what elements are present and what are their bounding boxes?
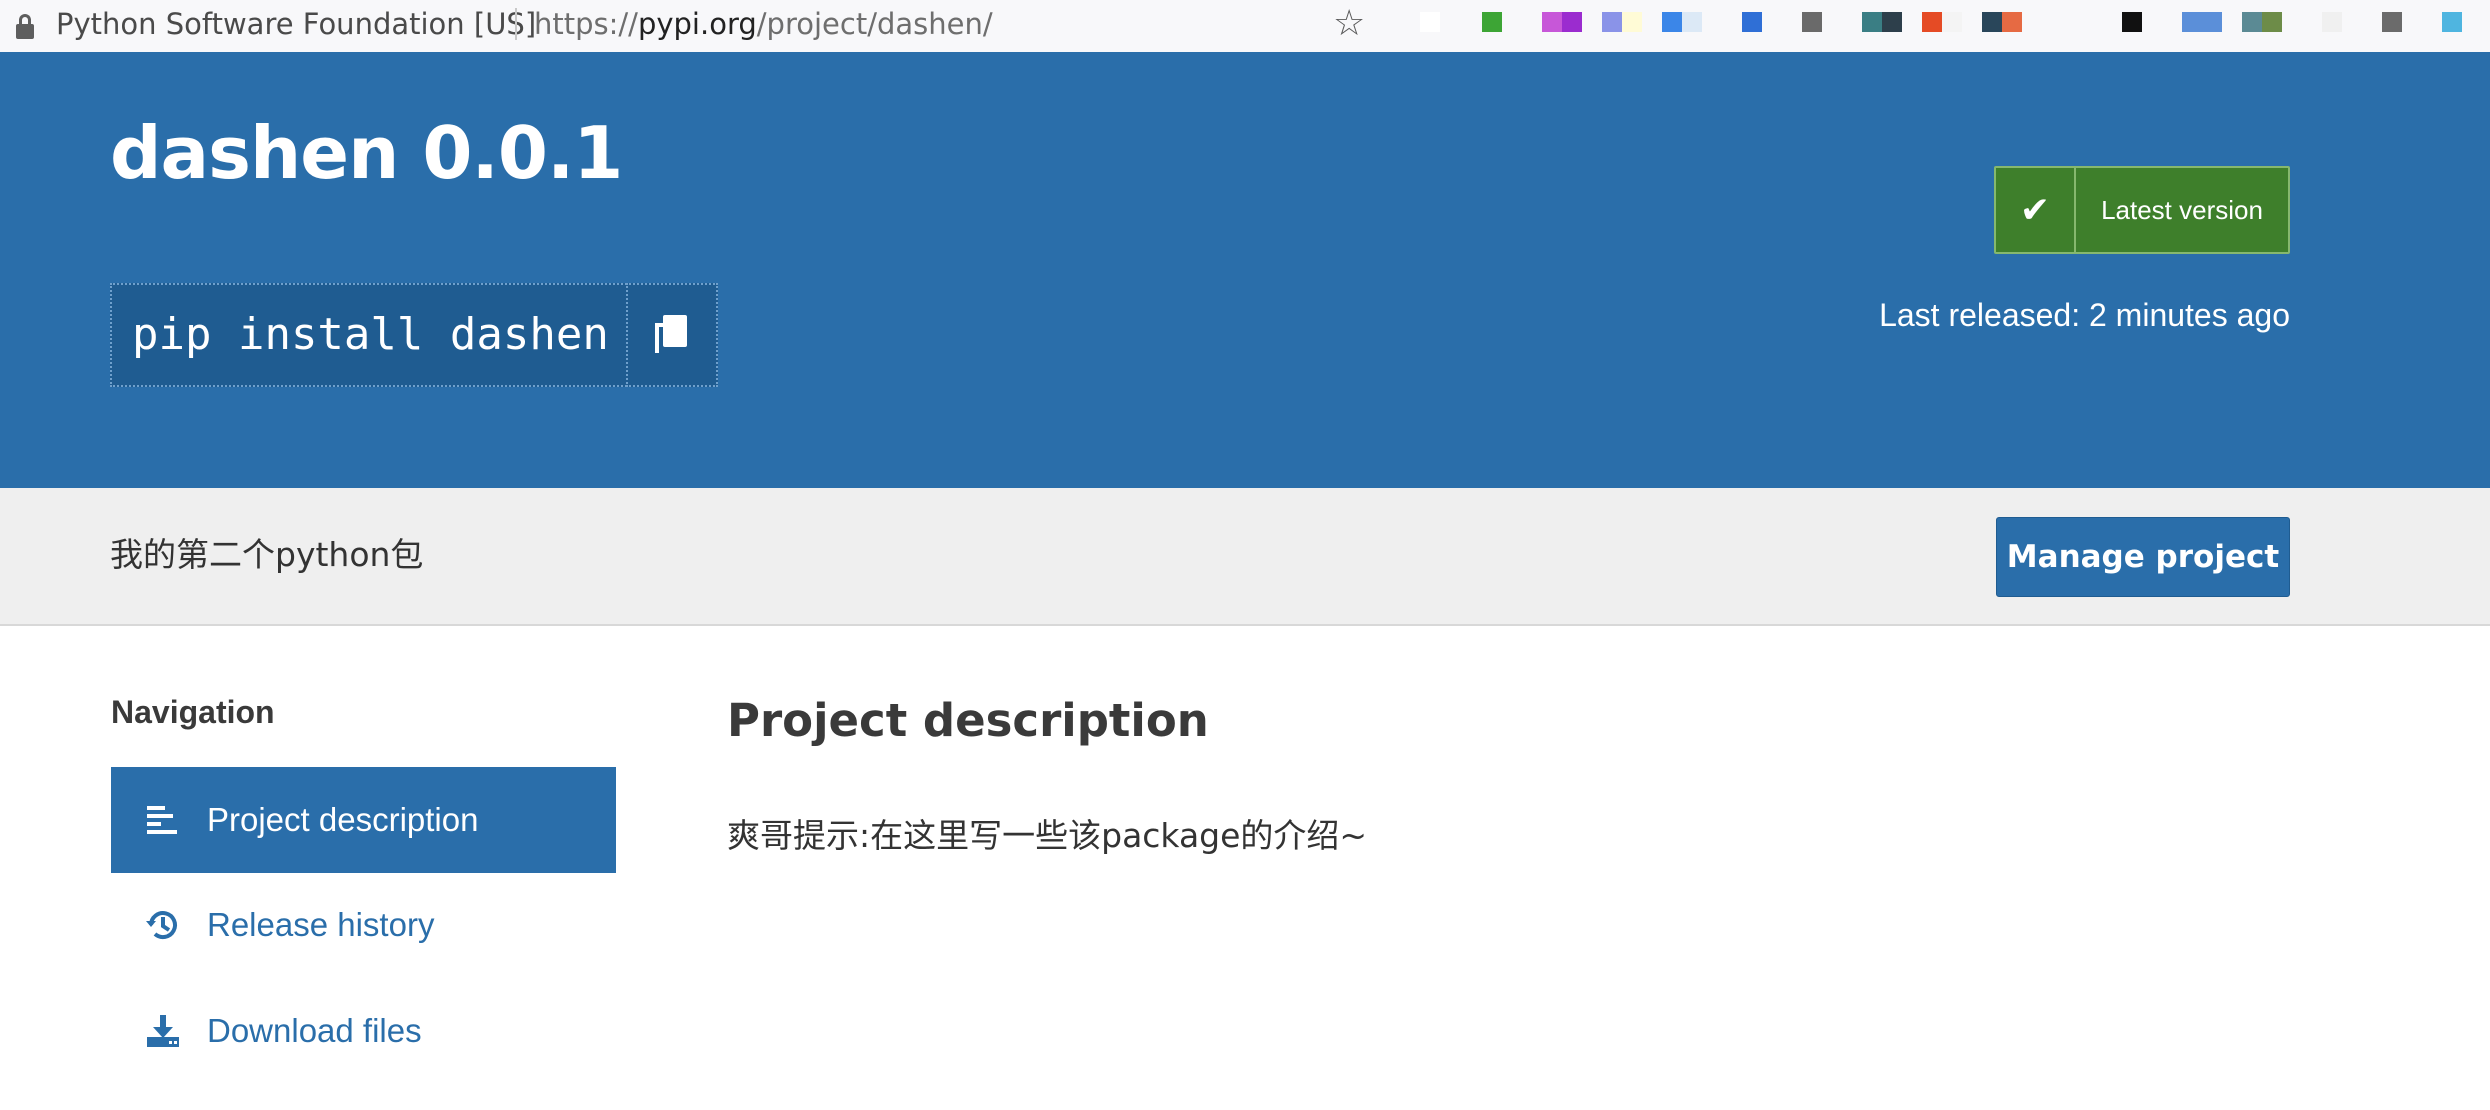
extension-icon[interactable] <box>1682 12 1702 32</box>
pip-install-box: pip install dashen <box>110 283 718 387</box>
bookmark-star-icon[interactable]: ☆ <box>1333 4 1365 44</box>
extension-icon[interactable] <box>2122 12 2142 32</box>
nav-item-label: Download files <box>207 1012 422 1049</box>
extension-icon[interactable] <box>1862 12 1882 32</box>
extension-icon[interactable] <box>2322 12 2342 32</box>
package-header-banner: dashen 0.0.1 pip install dashen ✔ Latest… <box>0 52 2490 488</box>
nav-item-download-files[interactable]: Download files <box>111 978 616 1084</box>
extension-icon[interactable] <box>1562 12 1582 32</box>
extension-icon[interactable] <box>2262 12 2282 32</box>
extension-icon[interactable] <box>1742 12 1762 32</box>
package-summary-bar: 我的第二个python包 Manage project <box>0 488 2490 626</box>
checkmark-icon: ✔ <box>1996 168 2076 252</box>
package-summary: 我的第二个python包 <box>110 535 424 574</box>
extension-icon[interactable] <box>1802 12 1822 32</box>
last-released-text: Last released: 2 minutes ago <box>1879 297 2290 333</box>
package-title: dashen 0.0.1 <box>110 111 623 195</box>
download-icon <box>145 1013 181 1049</box>
nav-item-label: Project description <box>207 801 479 838</box>
url-host: pypi.org <box>637 7 757 41</box>
extension-icon[interactable] <box>1420 12 1440 32</box>
latest-version-label: Latest version <box>2101 194 2263 225</box>
latest-version-badge[interactable]: ✔ Latest version <box>1994 166 2290 254</box>
copy-command-button[interactable] <box>628 285 716 385</box>
extension-icon[interactable] <box>2382 12 2402 32</box>
url-path: /project/dashen/ <box>756 7 993 41</box>
project-description-heading: Project description <box>727 694 1209 747</box>
extension-icon[interactable] <box>1882 12 1902 32</box>
extension-icon[interactable] <box>2442 12 2462 32</box>
nav-item-project-description[interactable]: Project description <box>111 767 616 873</box>
pip-command[interactable]: pip install dashen <box>132 285 609 385</box>
nav-item-label: Release history <box>207 906 435 943</box>
browser-address-bar[interactable]: Python Software Foundation [US] https://… <box>0 0 2490 52</box>
nav-item-release-history[interactable]: Release history <box>111 872 616 978</box>
extension-icon[interactable] <box>1662 12 1682 32</box>
extension-icon[interactable] <box>2182 12 2222 32</box>
navigation-heading: Navigation <box>111 694 275 730</box>
copy-icon <box>655 315 689 355</box>
url-scheme: https:// <box>534 7 638 41</box>
history-icon <box>145 907 181 943</box>
url-text[interactable]: https://pypi.org/project/dashen/ <box>534 6 993 42</box>
project-description-body: 爽哥提示:在这里写一些该package的介绍~ <box>727 816 1368 855</box>
extension-icon[interactable] <box>2002 12 2022 32</box>
extension-icon[interactable] <box>1922 12 1942 32</box>
extension-icon[interactable] <box>1982 12 2002 32</box>
extension-icon[interactable] <box>1602 12 1622 32</box>
lock-icon[interactable] <box>16 14 34 40</box>
extension-icon[interactable] <box>1542 12 1562 32</box>
extension-icon[interactable] <box>2242 12 2262 32</box>
site-owner-label[interactable]: Python Software Foundation [US] <box>56 6 536 42</box>
address-divider <box>515 8 517 40</box>
manage-project-button[interactable]: Manage project <box>1996 517 2290 597</box>
align-left-icon <box>145 802 181 838</box>
extension-icon[interactable] <box>1942 12 1962 32</box>
extension-icon[interactable] <box>1482 12 1502 32</box>
extension-toolbar <box>1400 0 2490 52</box>
extension-icon[interactable] <box>1622 12 1642 32</box>
